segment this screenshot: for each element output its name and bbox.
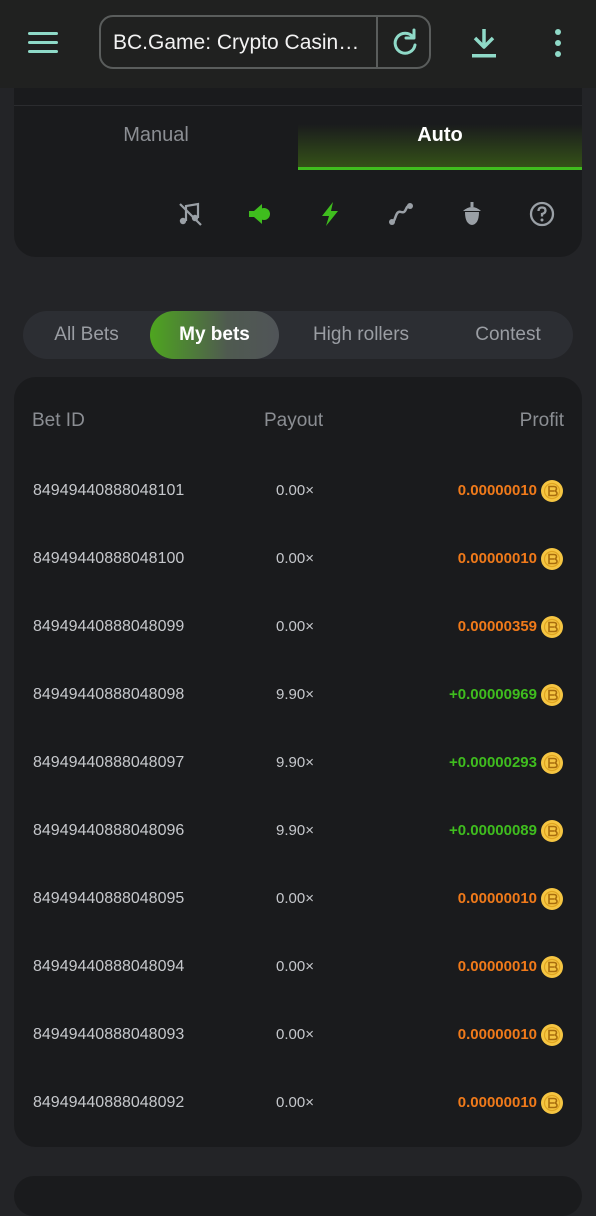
- bet-payout: 0.00×: [276, 618, 314, 635]
- bet-id[interactable]: 84949440888048093: [33, 1001, 184, 1069]
- bet-profit: 0.00000359: [457, 618, 537, 635]
- bet-id[interactable]: 84949440888048099: [33, 593, 184, 661]
- table-row[interactable]: 84949440888048100 0.00× 0.00000010: [14, 525, 582, 593]
- header-bet-id: Bet ID: [32, 410, 85, 431]
- music-off-icon[interactable]: [176, 200, 204, 228]
- lightning-icon[interactable]: [316, 200, 344, 228]
- game-control-panel: Manual Auto: [14, 88, 582, 257]
- coin-icon: [541, 820, 563, 842]
- header-profit: Profit: [519, 410, 564, 431]
- coin-icon: [541, 1024, 563, 1046]
- bet-payout: 9.90×: [276, 754, 314, 771]
- bet-payout: 0.00×: [276, 1094, 314, 1111]
- coin-icon: [541, 684, 563, 706]
- bet-profit: 0.00000010: [457, 958, 537, 975]
- bet-payout: 9.90×: [276, 822, 314, 839]
- tab-all-bets[interactable]: All Bets: [23, 311, 150, 359]
- tab-contest[interactable]: Contest: [453, 311, 563, 359]
- bet-profit: 0.00000010: [457, 1094, 537, 1111]
- bet-profit: 0.00000010: [457, 482, 537, 499]
- bet-profit: 0.00000010: [457, 550, 537, 567]
- page-title[interactable]: BC.Game: Crypto Casino Games & Casino Sl…: [113, 31, 363, 55]
- graph-icon[interactable]: [387, 200, 415, 228]
- bet-profit: +0.00000293: [448, 754, 537, 771]
- bet-id[interactable]: 84949440888048092: [33, 1069, 184, 1137]
- help-icon[interactable]: [528, 200, 556, 228]
- bet-profit: +0.00000089: [448, 822, 537, 839]
- more-vertical-icon[interactable]: [548, 26, 568, 60]
- download-icon[interactable]: [468, 26, 500, 60]
- tab-auto[interactable]: Auto: [298, 106, 582, 170]
- bet-id[interactable]: 84949440888048096: [33, 797, 184, 865]
- table-row[interactable]: 84949440888048093 0.00× 0.00000010: [14, 1001, 582, 1069]
- bet-id[interactable]: 84949440888048101: [33, 457, 184, 525]
- bet-payout: 9.90×: [276, 686, 314, 703]
- table-row[interactable]: 84949440888048099 0.00× 0.00000359: [14, 593, 582, 661]
- bet-id[interactable]: 84949440888048094: [33, 933, 184, 1001]
- table-row[interactable]: 84949440888048094 0.00× 0.00000010: [14, 933, 582, 1001]
- address-bar[interactable]: BC.Game: Crypto Casino Games & Casino Sl…: [99, 15, 431, 69]
- tab-my-bets[interactable]: My bets: [150, 311, 279, 359]
- bet-payout: 0.00×: [276, 550, 314, 567]
- acorn-icon[interactable]: [458, 200, 486, 228]
- address-divider: [376, 17, 378, 69]
- bet-payout: 0.00×: [276, 958, 314, 975]
- header-payout: Payout: [264, 410, 324, 431]
- table-row[interactable]: 84949440888048092 0.00× 0.00000010: [14, 1069, 582, 1137]
- reload-icon[interactable]: [389, 27, 421, 59]
- bet-profit: 0.00000010: [457, 1026, 537, 1043]
- bet-id[interactable]: 84949440888048098: [33, 661, 184, 729]
- bet-payout: 0.00×: [276, 1026, 314, 1043]
- bets-tab-bar: All Bets My bets High rollers Contest: [23, 311, 573, 359]
- coin-icon: [541, 752, 563, 774]
- bet-id[interactable]: 84949440888048097: [33, 729, 184, 797]
- browser-toolbar: BC.Game: Crypto Casino Games & Casino Sl…: [0, 0, 596, 88]
- bet-id[interactable]: 84949440888048100: [33, 525, 184, 593]
- bet-payout: 0.00×: [276, 890, 314, 907]
- bottom-card: [14, 1176, 582, 1216]
- tab-manual[interactable]: Manual: [14, 106, 298, 170]
- coin-icon: [541, 888, 563, 910]
- bet-profit: +0.00000969: [448, 686, 537, 703]
- tab-high-rollers[interactable]: High rollers: [287, 311, 435, 359]
- menu-icon[interactable]: [28, 30, 60, 56]
- sound-on-icon[interactable]: [246, 200, 274, 228]
- coin-icon: [541, 616, 563, 638]
- bets-table: Bet ID Payout Profit 84949440888048101 0.…: [14, 377, 582, 1147]
- table-row[interactable]: 84949440888048096 9.90× +0.00000089: [14, 797, 582, 865]
- table-row[interactable]: 84949440888048095 0.00× 0.00000010: [14, 865, 582, 933]
- coin-icon: [541, 548, 563, 570]
- coin-icon: [541, 1092, 563, 1114]
- table-row[interactable]: 84949440888048101 0.00× 0.00000010: [14, 457, 582, 525]
- table-row[interactable]: 84949440888048098 9.90× +0.00000969: [14, 661, 582, 729]
- bet-payout: 0.00×: [276, 482, 314, 499]
- bet-id[interactable]: 84949440888048095: [33, 865, 184, 933]
- table-row[interactable]: 84949440888048097 9.90× +0.00000293: [14, 729, 582, 797]
- coin-icon: [541, 480, 563, 502]
- coin-icon: [541, 956, 563, 978]
- bet-profit: 0.00000010: [457, 890, 537, 907]
